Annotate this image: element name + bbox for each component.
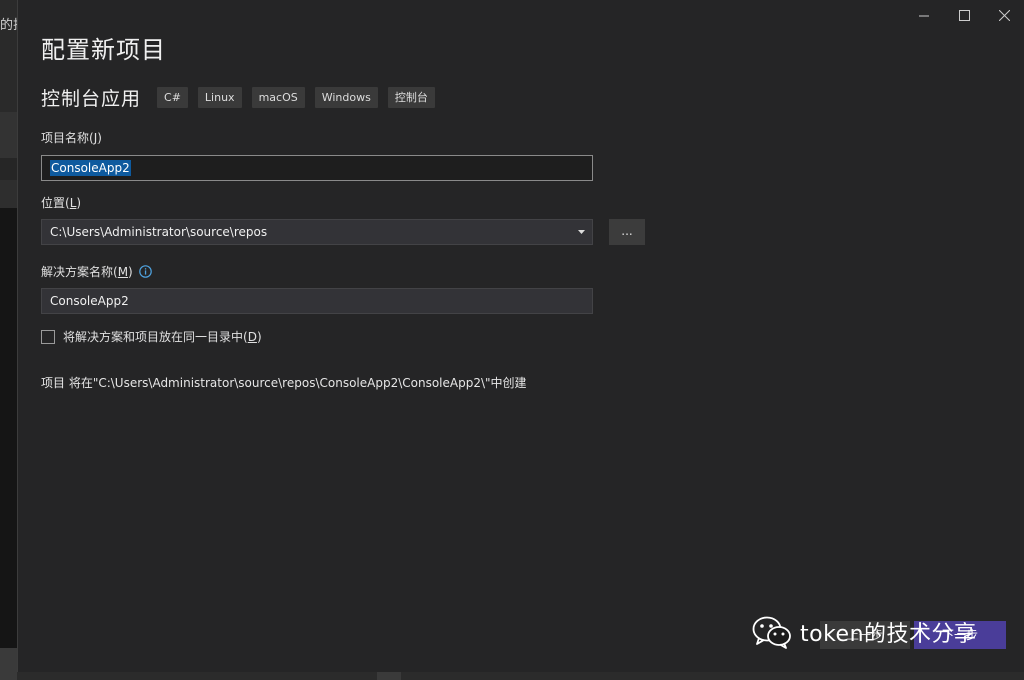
project-path-note: 项目 将在"C:\Users\Administrator\source\repo…: [41, 376, 527, 390]
tag-csharp: C#: [157, 87, 188, 108]
window-controls: [904, 0, 1024, 30]
minimize-button[interactable]: [904, 0, 944, 30]
project-name-value: ConsoleApp2: [50, 160, 131, 176]
solution-name-label: 解决方案名称(M): [41, 263, 152, 280]
back-button[interactable]: 上一步: [820, 621, 910, 649]
tag-windows: Windows: [314, 87, 378, 108]
solution-name-value: ConsoleApp2: [50, 294, 129, 308]
maximize-button[interactable]: [944, 0, 984, 30]
maximize-icon: [958, 9, 970, 21]
location-label: 位置(L): [41, 196, 82, 210]
dialog-title: 配置新项目: [41, 36, 166, 64]
background-partial-text: 的技: [0, 18, 17, 33]
same-directory-option[interactable]: 将解决方案和项目放在同一目录中(D): [41, 328, 262, 345]
template-info: 控制台应用 C# Linux macOS Windows 控制台: [41, 84, 445, 111]
next-button[interactable]: 下一步: [914, 621, 1006, 649]
configure-project-dialog: 配置新项目 控制台应用 C# Linux macOS Windows 控制台 项…: [17, 0, 1024, 672]
close-icon: [998, 9, 1010, 21]
close-button[interactable]: [984, 0, 1024, 30]
same-directory-label: 将解决方案和项目放在同一目录中(D): [63, 330, 262, 344]
same-directory-checkbox[interactable]: [41, 329, 55, 344]
location-value: C:\Users\Administrator\source\repos: [50, 225, 268, 239]
project-name-input[interactable]: ConsoleApp2: [41, 155, 593, 181]
tag-macos: macOS: [251, 87, 305, 108]
project-name-label: 项目名称(J): [41, 131, 102, 145]
info-icon[interactable]: [138, 265, 152, 278]
minimize-icon: [918, 15, 929, 16]
template-name: 控制台应用: [41, 88, 142, 110]
tag-console: 控制台: [387, 87, 435, 108]
chevron-down-icon: [578, 230, 585, 234]
background-bottom-bar: [17, 672, 1024, 680]
solution-name-input[interactable]: ConsoleApp2: [41, 288, 593, 314]
wechat-icon: [752, 616, 791, 649]
tag-linux: Linux: [197, 87, 242, 108]
browse-button[interactable]: ...: [609, 219, 645, 245]
background-app-strip: 的技: [0, 0, 17, 680]
location-dropdown[interactable]: C:\Users\Administrator\source\repos: [41, 219, 593, 245]
